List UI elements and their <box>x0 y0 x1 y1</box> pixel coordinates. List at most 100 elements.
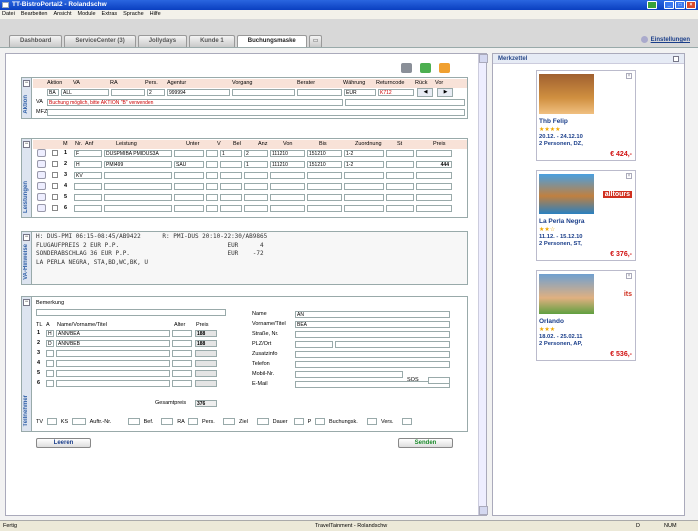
hotel-card[interactable]: × its Orlando ★★★ 18.02. - 25.02.11 2 Persone… <box>536 270 636 361</box>
row-anz-field[interactable]: 2 <box>244 150 268 157</box>
merkzettel-collapse-button[interactable] <box>673 56 679 62</box>
bottom-field[interactable] <box>127 418 140 425</box>
row-anf-field[interactable] <box>74 194 102 201</box>
row-leistung-field[interactable] <box>104 172 172 179</box>
menu-sprache[interactable]: Sprache <box>123 10 144 19</box>
row-anz-field[interactable] <box>244 194 268 201</box>
mfz-field[interactable] <box>47 109 465 116</box>
row-v-field[interactable] <box>206 161 218 168</box>
pen-edit-icon[interactable] <box>37 204 46 212</box>
tn-row-a-field[interactable] <box>46 360 54 367</box>
row-von-field[interactable] <box>270 194 305 201</box>
row-bis-field[interactable] <box>307 205 342 212</box>
menu-extras[interactable]: Extras <box>102 10 118 19</box>
row-leistung-field[interactable] <box>104 194 172 201</box>
row-anz-field[interactable] <box>244 183 268 190</box>
row-leistung-field[interactable]: DUSPMIBA PMIDUS3A <box>104 150 172 157</box>
row-bis-field[interactable] <box>307 172 342 179</box>
row-zuordnung-field[interactable] <box>344 205 384 212</box>
row-m-checkbox[interactable] <box>52 183 58 189</box>
berater-field[interactable] <box>297 89 342 96</box>
minimize-button[interactable]: _ <box>664 1 674 9</box>
row-von-field[interactable]: 111210 <box>270 161 305 168</box>
tab-jollydays[interactable]: Jollydays <box>137 35 188 47</box>
vor-button[interactable]: ▶ <box>437 88 453 97</box>
hotel-name[interactable]: Thb Felip <box>539 118 568 125</box>
tn-row-name-field[interactable] <box>56 380 170 387</box>
row-bis-field[interactable]: 151210 <box>307 161 342 168</box>
row-anz-field[interactable] <box>244 205 268 212</box>
row-v-field[interactable] <box>206 172 218 179</box>
print-icon[interactable] <box>401 63 412 73</box>
waehrung-field[interactable]: EUR <box>344 89 376 96</box>
pen-edit-icon[interactable] <box>37 171 46 179</box>
agentur-field[interactable]: 999994 <box>167 89 230 96</box>
row-preis-field[interactable]: 444 <box>416 161 452 168</box>
tn-row-alter-field[interactable] <box>172 330 192 337</box>
row-st-field[interactable] <box>386 172 414 179</box>
menu-bearbeiten[interactable]: Bearbeiten <box>21 10 48 19</box>
contact-field[interactable]: BEA <box>295 321 450 328</box>
tn-row-alter-field[interactable] <box>172 350 192 357</box>
row-unter-field[interactable]: SAU <box>174 161 204 168</box>
maximize-button[interactable]: □ <box>675 1 685 9</box>
close-button[interactable]: × <box>686 1 696 9</box>
senden-button[interactable]: Senden <box>398 438 453 448</box>
tab-servicecenter[interactable]: ServiceCenter (3) <box>64 35 136 47</box>
tn-row-alter-field[interactable] <box>172 380 192 387</box>
row-zuordnung-field[interactable] <box>344 194 384 201</box>
leeren-button[interactable]: Leeren <box>36 438 91 448</box>
menu-datei[interactable]: Datei <box>2 10 15 19</box>
row-st-field[interactable] <box>386 150 414 157</box>
row-st-field[interactable] <box>386 205 414 212</box>
hotel-card[interactable]: × Thb Felip ★★★★ 20.12. - 24.12.10 2 Persone… <box>536 70 636 161</box>
bottom-field[interactable] <box>188 418 198 425</box>
row-unter-field[interactable] <box>174 183 204 190</box>
tn-row-alter-field[interactable] <box>172 360 192 367</box>
row-v-field[interactable] <box>206 194 218 201</box>
menu-hilfe[interactable]: Hilfe <box>150 10 161 19</box>
row-unter-field[interactable] <box>174 150 204 157</box>
bottom-field[interactable] <box>71 418 86 425</box>
row-preis-field[interactable] <box>416 183 452 190</box>
row-anf-field[interactable]: H <box>74 161 102 168</box>
row-v-field[interactable] <box>206 205 218 212</box>
bemerkung-field[interactable] <box>36 309 226 316</box>
row-bis-field[interactable]: 151210 <box>307 150 342 157</box>
tn-row-alter-field[interactable] <box>172 370 192 377</box>
tab-kunde[interactable]: Kunde 1 <box>189 35 235 47</box>
va-extra-field[interactable] <box>345 99 465 106</box>
main-scrollbar[interactable] <box>478 54 488 515</box>
row-zuordnung-field[interactable] <box>344 183 384 190</box>
remove-card-icon[interactable]: × <box>626 273 632 279</box>
bottom-field[interactable] <box>161 418 174 425</box>
row-m-checkbox[interactable] <box>52 172 58 178</box>
pen-edit-icon[interactable] <box>37 149 46 157</box>
leistungen-collapse-button[interactable]: − <box>23 141 30 148</box>
va-field[interactable]: ALL <box>61 89 109 96</box>
pen-edit-icon[interactable] <box>37 182 46 190</box>
row-anz-field[interactable] <box>244 172 268 179</box>
contact-field[interactable]: AN <box>295 311 450 318</box>
row-zuordnung-field[interactable] <box>344 172 384 179</box>
tn-row-a-field[interactable] <box>46 350 54 357</box>
row-v-field[interactable] <box>206 150 218 157</box>
row-m-checkbox[interactable] <box>52 205 58 211</box>
row-anf-field[interactable]: F <box>74 150 102 157</box>
bottom-field[interactable] <box>367 418 377 425</box>
sos-field[interactable] <box>428 377 450 384</box>
plz-field[interactable] <box>295 341 333 348</box>
rueck-button[interactable]: ◀ <box>417 88 433 97</box>
pers-field[interactable]: 2 <box>147 89 165 96</box>
contact-field[interactable] <box>295 331 450 338</box>
row-anf-field[interactable] <box>74 183 102 190</box>
row-leistung-field[interactable]: PMI499 <box>104 161 172 168</box>
row-unter-field[interactable] <box>174 172 204 179</box>
pen-edit-icon[interactable] <box>37 160 46 168</box>
row-bel-field[interactable] <box>220 194 242 201</box>
row-preis-field[interactable] <box>416 194 452 201</box>
tn-row-name-field[interactable]: ANN/BEB <box>56 340 170 347</box>
tn-row-name-field[interactable] <box>56 350 170 357</box>
row-bel-field[interactable] <box>220 161 242 168</box>
tray-icon[interactable] <box>647 1 657 9</box>
